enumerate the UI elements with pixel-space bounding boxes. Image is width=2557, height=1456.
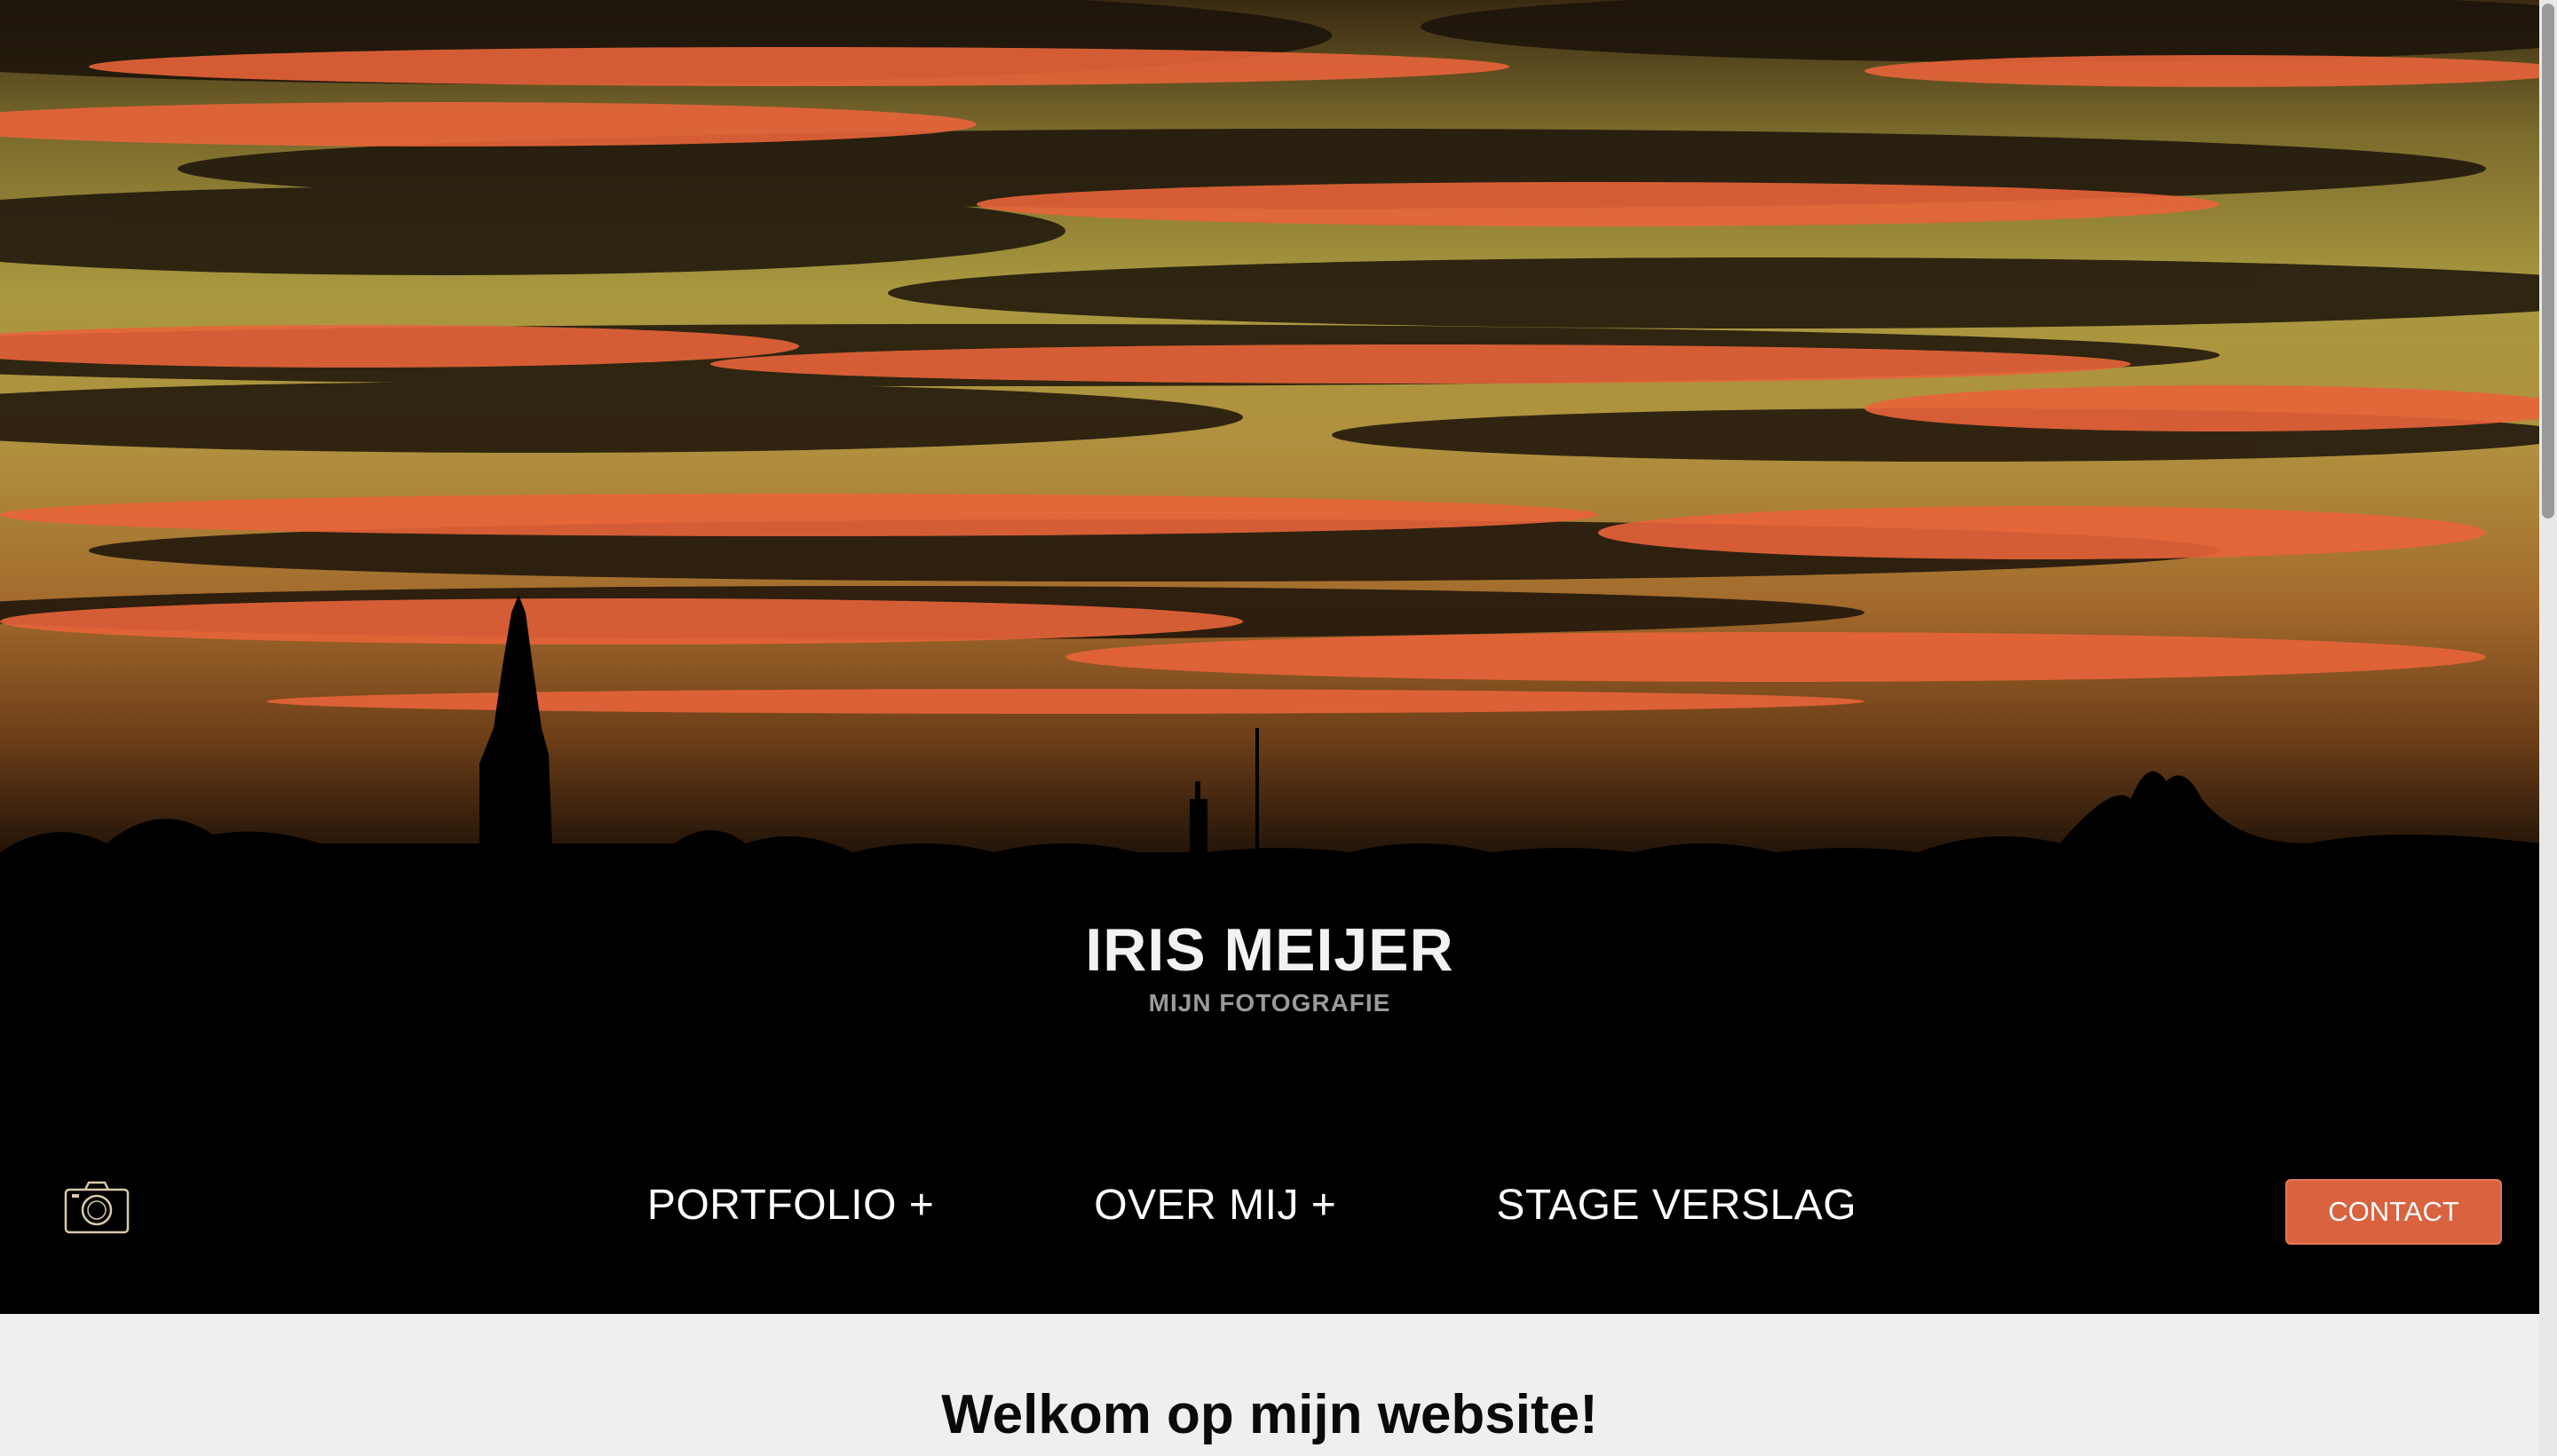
hero-sunset-image bbox=[0, 0, 2539, 1314]
nav-link-over-mij[interactable]: OVER MIJ + bbox=[1094, 1181, 1372, 1230]
scrollbar-thumb[interactable] bbox=[2542, 4, 2554, 518]
site-title[interactable]: IRIS MEIJER bbox=[0, 914, 2539, 985]
hero-banner: IRIS MEIJER MIJN FOTOGRAFIE PORTFOLIO + … bbox=[0, 0, 2539, 1314]
welcome-heading: Welkom op mijn website! bbox=[941, 1384, 1598, 1445]
site-subtitle: MIJN FOTOGRAFIE bbox=[1148, 989, 1391, 1017]
site-branding: IRIS MEIJER MIJN FOTOGRAFIE bbox=[0, 914, 2539, 1017]
page-scrollbar[interactable] bbox=[2539, 0, 2557, 1456]
nav-link-stage-verslag[interactable]: STAGE VERSLAG bbox=[1496, 1181, 1892, 1230]
nav-links: PORTFOLIO + OVER MIJ + STAGE VERSLAG bbox=[0, 1181, 2539, 1230]
main-navbar: PORTFOLIO + OVER MIJ + STAGE VERSLAG CON… bbox=[0, 1154, 2539, 1314]
page: IRIS MEIJER MIJN FOTOGRAFIE PORTFOLIO + … bbox=[0, 0, 2557, 1456]
nav-link-portfolio[interactable]: PORTFOLIO + bbox=[647, 1181, 970, 1230]
contact-button[interactable]: CONTACT bbox=[2285, 1179, 2502, 1245]
welcome-section: Welkom op mijn website! bbox=[0, 1314, 2539, 1456]
